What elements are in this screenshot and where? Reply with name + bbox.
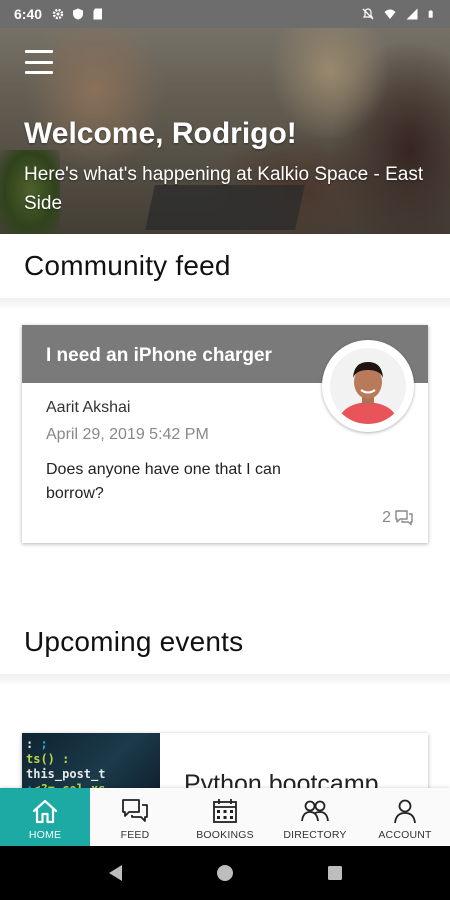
nav-account-label: ACCOUNT bbox=[378, 829, 432, 841]
chat-bubbles-icon bbox=[122, 799, 148, 822]
gear-icon bbox=[52, 8, 64, 20]
nav-directory[interactable]: DIRECTORY bbox=[270, 788, 360, 846]
calendar-icon bbox=[213, 799, 237, 823]
people-icon bbox=[301, 800, 329, 822]
signal-icon bbox=[406, 8, 418, 20]
status-time: 6:40 bbox=[14, 6, 43, 22]
sd-card-icon bbox=[93, 8, 103, 20]
welcome-subtitle: Here's what's happening at Kalkio Space … bbox=[24, 164, 424, 214]
nav-home[interactable]: HOME bbox=[0, 788, 90, 846]
comment-count: 2 bbox=[382, 509, 391, 526]
avatar[interactable] bbox=[322, 340, 414, 432]
nav-bookings-label: BOOKINGS bbox=[196, 829, 254, 841]
recents-button[interactable] bbox=[315, 853, 355, 893]
post-author[interactable]: Aarit Akshai bbox=[46, 399, 130, 417]
home-icon bbox=[32, 799, 58, 824]
author-avatar-icon bbox=[330, 348, 406, 424]
home-circle-icon bbox=[217, 865, 233, 881]
nav-directory-label: DIRECTORY bbox=[283, 829, 347, 841]
wifi-icon bbox=[384, 9, 396, 19]
community-feed-title: Community feed bbox=[24, 250, 231, 281]
event-thumbnail: : ; ts() : this_post_t :<?= col-xs e_pos… bbox=[22, 733, 160, 793]
battery-icon bbox=[428, 10, 433, 18]
section-divider bbox=[0, 298, 450, 308]
back-button[interactable] bbox=[95, 853, 135, 893]
section-divider bbox=[0, 674, 450, 684]
recents-square-icon bbox=[328, 866, 342, 880]
nav-home-label: HOME bbox=[28, 829, 62, 841]
comment-icon bbox=[395, 510, 413, 526]
upcoming-events-title: Upcoming events bbox=[24, 626, 244, 657]
nav-feed-label: FEED bbox=[120, 829, 150, 841]
nav-feed[interactable]: FEED bbox=[90, 788, 180, 846]
welcome-title: Welcome, Rodrigo! bbox=[24, 117, 297, 150]
notifications-off-icon bbox=[362, 8, 374, 20]
nav-bookings[interactable]: BOOKINGS bbox=[180, 788, 270, 846]
status-bar: 6:40 bbox=[0, 0, 450, 28]
person-icon bbox=[394, 799, 416, 824]
feed-post-card[interactable]: I need an iPhone charger Aarit Akshai Ap… bbox=[22, 325, 428, 543]
nav-account[interactable]: ACCOUNT bbox=[360, 788, 450, 846]
comments-button[interactable]: 2 bbox=[382, 509, 414, 527]
post-date: April 29, 2019 5:42 PM bbox=[46, 426, 209, 443]
event-card[interactable]: : ; ts() : this_post_t :<?= col-xs e_pos… bbox=[22, 733, 428, 793]
bottom-navigation: HOME FEED BOOKINGS DIRECTORY ACCOUNT bbox=[0, 788, 450, 846]
hamburger-menu-icon[interactable] bbox=[25, 50, 53, 74]
home-system-button[interactable] bbox=[205, 853, 245, 893]
post-body: Does anyone have one that I can borrow? bbox=[46, 461, 281, 502]
back-triangle-icon bbox=[109, 865, 122, 881]
shield-icon bbox=[73, 8, 84, 20]
system-navigation-bar bbox=[0, 846, 450, 900]
